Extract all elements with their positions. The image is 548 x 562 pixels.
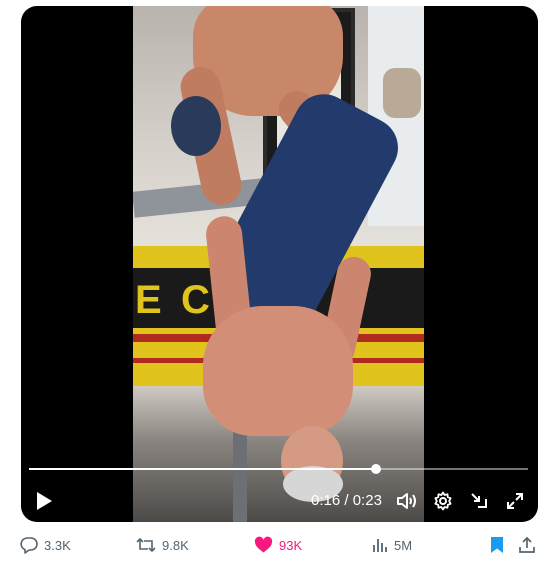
fullscreen-button[interactable] [504,490,526,512]
sign-letter: E [135,278,162,322]
view-count: 5M [394,537,413,553]
fullscreen-icon [507,493,523,509]
volume-icon [397,493,416,509]
share-icon [519,536,535,553]
video-elapsed: 0:16 [311,492,341,509]
man-top-cap [171,96,221,156]
video-duration: 0:23 [352,492,382,509]
bookmark-button[interactable] [490,532,504,558]
man-bottom-torso [203,306,353,436]
views-button[interactable]: 5M [372,532,412,558]
share-button[interactable] [518,532,536,558]
video-frame[interactable]: E C [133,6,424,522]
volume-button[interactable] [396,490,418,512]
play-button[interactable] [33,490,55,512]
play-icon [37,492,52,510]
video-progress-bar[interactable] [29,464,528,474]
video-progress-fill [29,468,377,470]
video-controls: 0:16 / 0:23 [21,482,538,518]
reply-icon [20,537,38,554]
reply-count: 3.3K [44,537,71,553]
retweet-button[interactable]: 9.8K [136,532,189,558]
video-time-separator: / [340,492,353,509]
video-player[interactable]: E C 0:16 / 0:23 [21,6,538,522]
video-time: 0:16 / 0:23 [311,492,382,509]
minimize-icon [471,493,487,508]
man-shoe [383,68,421,118]
bookmark-icon [491,537,503,553]
gear-icon [434,491,452,511]
sign-letter: C [181,278,210,322]
settings-button[interactable] [432,490,454,512]
reply-button[interactable]: 3.3K [20,532,71,558]
like-button[interactable]: 93K [254,532,302,558]
heart-icon [254,536,273,553]
minimize-button[interactable] [468,490,490,512]
like-count: 93K [279,537,303,553]
retweet-count: 9.8K [162,537,189,553]
views-icon [373,539,387,552]
tweet-action-bar: 3.3K 9.8K 93K 5M [0,532,548,558]
retweet-icon [136,537,156,553]
